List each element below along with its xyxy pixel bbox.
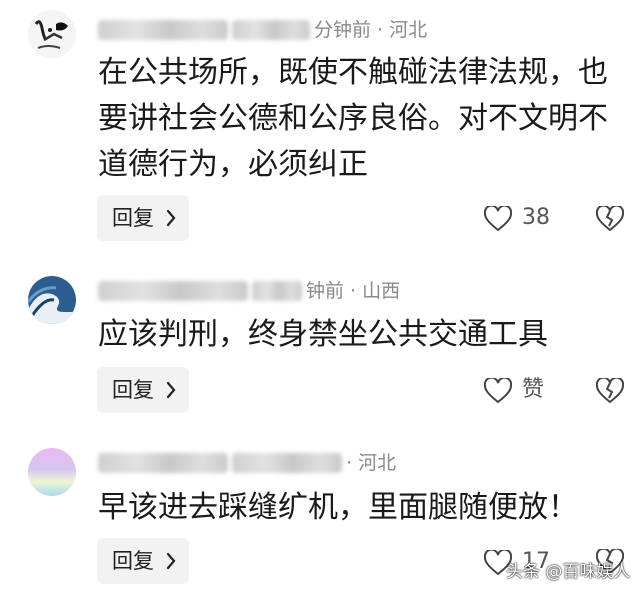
dislike-button[interactable] <box>595 204 625 236</box>
like-button[interactable]: 赞 <box>484 375 564 405</box>
time-location: 钟前 · 山西 <box>306 279 401 302</box>
heart-icon <box>484 378 512 404</box>
broken-heart-icon <box>595 376 625 404</box>
avatar[interactable] <box>28 10 76 58</box>
comment-meta: 钟前 · 山西 <box>98 275 400 305</box>
reply-button[interactable]: 回复 <box>97 367 189 413</box>
comment-meta: · 河北 <box>98 447 396 477</box>
blurred-username <box>98 19 228 40</box>
gradient-avatar-icon <box>28 448 76 496</box>
chevron-right-icon <box>166 209 176 227</box>
like-button[interactable]: 38 <box>484 203 564 233</box>
comment-text: 早该进去踩缝纩机，里面腿随便放！ <box>98 490 578 525</box>
dislike-button[interactable] <box>595 376 625 408</box>
avatar[interactable] <box>28 276 76 324</box>
wave-avatar-icon <box>28 276 76 324</box>
reply-label: 回复 <box>112 206 154 230</box>
reply-label: 回复 <box>112 549 154 573</box>
watermark: 头条 @百味娱人 <box>506 562 631 582</box>
heart-icon <box>484 206 512 232</box>
ink-calligraphy-avatar-icon <box>28 10 76 58</box>
time-location: 分钟前 · 河北 <box>314 18 428 41</box>
blurred-username <box>98 452 228 473</box>
blurred-username <box>252 280 302 301</box>
comment-text: 在公共场所，既使不触碰法律法规，也要讲社会公德和公序良俗。对不文明不道德行为，必… <box>98 55 608 182</box>
avatar[interactable] <box>28 448 76 496</box>
like-count: 赞 <box>522 377 545 402</box>
chevron-right-icon <box>166 381 176 399</box>
blurred-username <box>232 19 310 40</box>
time-location: · 河北 <box>346 451 397 474</box>
comment-meta: 分钟前 · 河北 <box>98 14 427 44</box>
reply-button[interactable]: 回复 <box>97 195 189 241</box>
comment-item: 钟前 · 山西 应该判刑，终身禁坐公共交通工具 回复 赞 <box>0 250 640 430</box>
like-count: 38 <box>522 205 550 230</box>
blurred-username <box>98 280 248 301</box>
reply-label: 回复 <box>112 378 154 402</box>
comment-item: 分钟前 · 河北 在公共场所，既使不触碰法律法规，也要讲社会公德和公序良俗。对不… <box>0 0 640 250</box>
chevron-right-icon <box>166 552 176 570</box>
blurred-username <box>232 452 342 473</box>
broken-heart-icon <box>595 204 625 232</box>
comment-text: 应该判刑，终身禁坐公共交通工具 <box>98 317 548 352</box>
reply-button[interactable]: 回复 <box>97 538 189 584</box>
